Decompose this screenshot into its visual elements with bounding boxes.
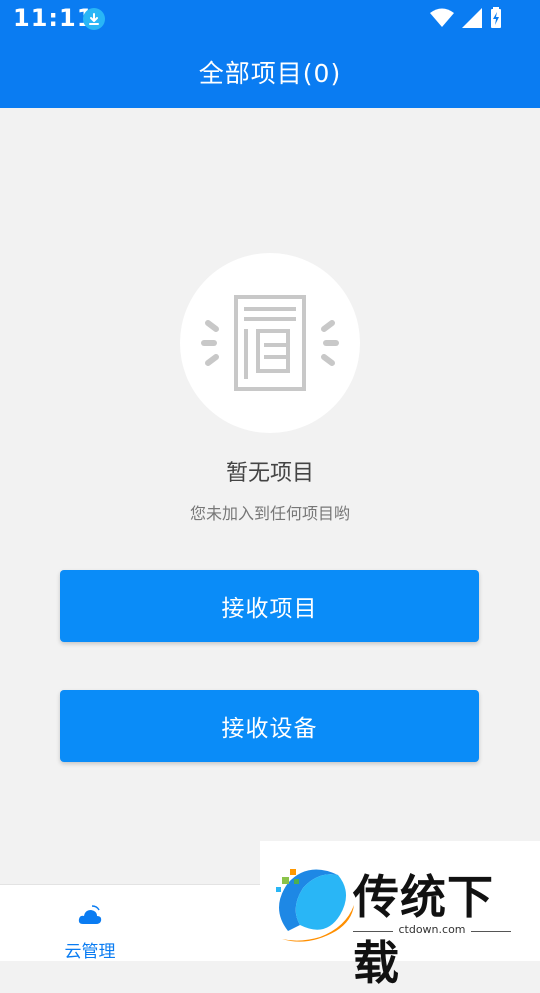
cloud-icon (78, 905, 102, 927)
app-header: 全部项目(0) (0, 36, 540, 108)
watermark-overlay: 传统下载 ctdown.com (260, 841, 540, 990)
signal-icon (462, 8, 482, 32)
watermark-divider-right (471, 931, 511, 932)
document-icon (201, 295, 339, 391)
empty-state-subtitle: 您未加入到任何项目哟 (189, 504, 350, 523)
battery-charging-icon (490, 7, 502, 33)
page-title: 全部项目(0) (198, 59, 342, 88)
receive-project-button[interactable]: 接收项目 (60, 570, 479, 642)
empty-illustration (180, 253, 360, 433)
watermark-url: ctdown.com (398, 923, 466, 936)
receive-device-button[interactable]: 接收设备 (60, 690, 479, 762)
wifi-icon (430, 8, 454, 32)
nav-label-cloud-management: 云管理 (64, 942, 116, 962)
watermark-logo-icon (276, 869, 354, 942)
status-bar: 11:11 (0, 0, 540, 36)
download-icon (83, 8, 105, 30)
nav-item-cloud-management[interactable]: 云管理 (30, 885, 150, 962)
empty-state-title: 暂无项目 (225, 461, 314, 486)
